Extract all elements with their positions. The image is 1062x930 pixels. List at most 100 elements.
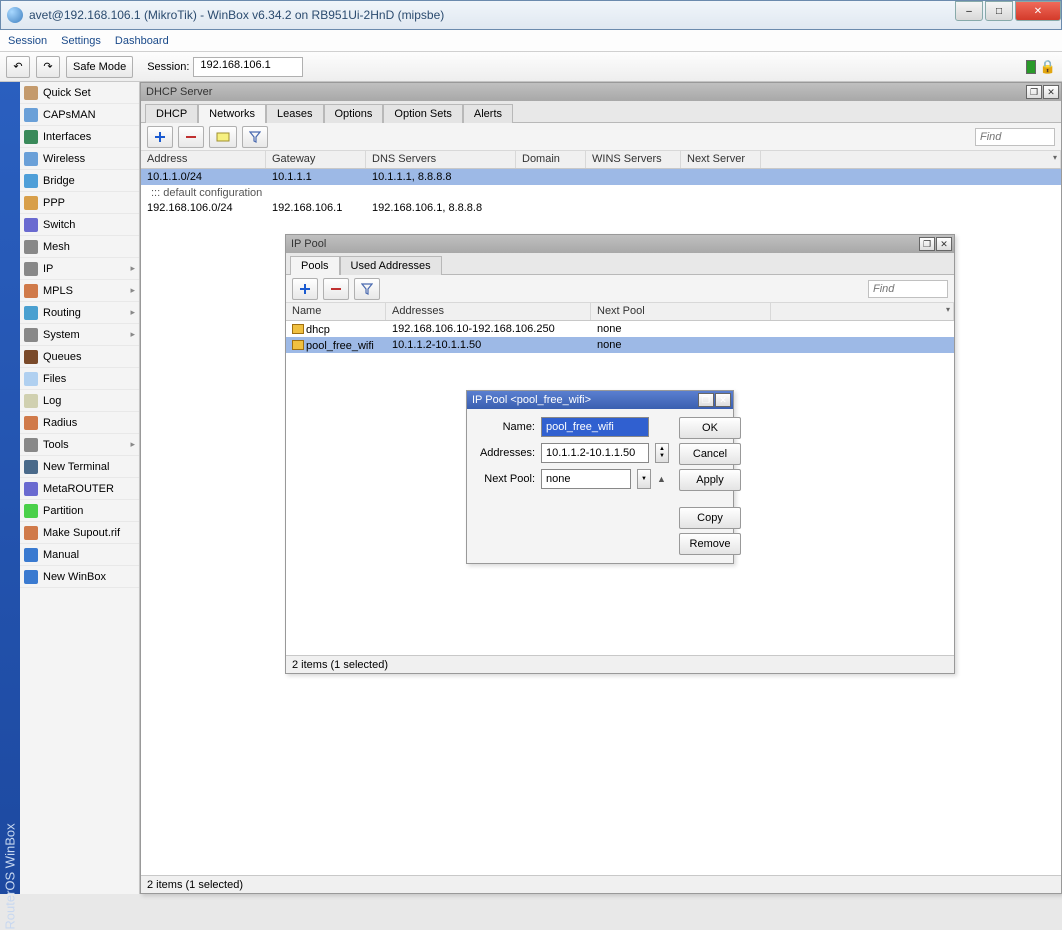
dhcp-col-next-server[interactable]: Next Server (681, 151, 761, 168)
sidebar-item-routing[interactable]: Routing▸ (20, 302, 139, 324)
sidebar-item-label: Log (43, 395, 61, 407)
sidebar-item-radius[interactable]: Radius (20, 412, 139, 434)
sidebar-item-manual[interactable]: Manual (20, 544, 139, 566)
sidebar-item-capsman[interactable]: CAPsMAN (20, 104, 139, 126)
copy-button[interactable]: Copy (679, 507, 741, 529)
ippool-remove-button[interactable] (323, 278, 349, 300)
ippool-find-input[interactable] (868, 280, 948, 298)
sidebar-item-partition[interactable]: Partition (20, 500, 139, 522)
remove-button[interactable]: Remove (679, 533, 741, 555)
sidebar-item-new-terminal[interactable]: New Terminal (20, 456, 139, 478)
dhcp-col-domain[interactable]: Domain (516, 151, 586, 168)
ippool-add-button[interactable] (292, 278, 318, 300)
ippool-restore-button[interactable]: ❐ (919, 237, 935, 251)
dhcp-col-dns-servers[interactable]: DNS Servers (366, 151, 516, 168)
sidebar-item-bridge[interactable]: Bridge (20, 170, 139, 192)
nextpool-up-icon[interactable]: ▲ (657, 474, 666, 484)
dhcp-tab-networks[interactable]: Networks (198, 104, 266, 123)
sidebar-item-ppp[interactable]: PPP (20, 192, 139, 214)
ippool-col-next-pool[interactable]: Next Pool (591, 303, 771, 320)
ippool-filter-button[interactable] (354, 278, 380, 300)
dhcp-statusbar: 2 items (1 selected) (141, 875, 1061, 893)
sidebar-item-files[interactable]: Files (20, 368, 139, 390)
sidebar-item-label: Switch (43, 219, 75, 231)
sidebar-item-queues[interactable]: Queues (20, 346, 139, 368)
ok-button[interactable]: OK (679, 417, 741, 439)
sidebar-icon (24, 570, 38, 584)
sidebar-icon (24, 284, 38, 298)
dhcp-col-wins-servers[interactable]: WINS Servers (586, 151, 681, 168)
dhcp-col-more[interactable] (761, 151, 1061, 168)
ippool-tab-used-addresses[interactable]: Used Addresses (340, 256, 442, 275)
pool-icon (292, 324, 304, 334)
dhcp-tab-leases[interactable]: Leases (266, 104, 323, 123)
sidebar-item-mpls[interactable]: MPLS▸ (20, 280, 139, 302)
sidebar-item-system[interactable]: System▸ (20, 324, 139, 346)
name-input[interactable] (541, 417, 649, 437)
nextpool-dropdown[interactable]: ▼ (637, 469, 651, 489)
edit-restore-button[interactable]: ❐ (698, 393, 714, 407)
ippool-col-more[interactable] (771, 303, 954, 320)
comment-button[interactable] (209, 126, 237, 148)
sidebar-icon (24, 174, 38, 188)
ippool-row[interactable]: dhcp192.168.106.10-192.168.106.250none (286, 321, 954, 337)
name-label: Name: (475, 421, 535, 433)
sidebar-icon (24, 108, 38, 122)
remove-button[interactable] (178, 126, 204, 148)
sidebar-item-label: Files (43, 373, 66, 385)
dhcp-window-title[interactable]: DHCP Server ❐ ✕ (141, 83, 1061, 101)
sidebar-icon (24, 86, 38, 100)
sidebar-item-ip[interactable]: IP▸ (20, 258, 139, 280)
addresses-spinner[interactable]: ▲▼ (655, 443, 669, 463)
sidebar-icon (24, 416, 38, 430)
addresses-input[interactable] (541, 443, 649, 463)
menu-settings[interactable]: Settings (61, 35, 101, 47)
dhcp-row[interactable]: 10.1.1.0/2410.1.1.110.1.1.1, 8.8.8.8 (141, 169, 1061, 185)
ippool-col-addresses[interactable]: Addresses (386, 303, 591, 320)
ippool-tab-pools[interactable]: Pools (290, 256, 340, 275)
maximize-button[interactable] (985, 1, 1013, 21)
add-button[interactable] (147, 126, 173, 148)
dhcp-tab-dhcp[interactable]: DHCP (145, 104, 198, 123)
sidebar-item-new-winbox[interactable]: New WinBox (20, 566, 139, 588)
sidebar-item-metarouter[interactable]: MetaROUTER (20, 478, 139, 500)
sidebar-item-wireless[interactable]: Wireless (20, 148, 139, 170)
menu-dashboard[interactable]: Dashboard (115, 35, 169, 47)
close-button[interactable] (1015, 1, 1061, 21)
ippool-row[interactable]: pool_free_wifi10.1.1.2-10.1.1.50none (286, 337, 954, 353)
ippool-window-title[interactable]: IP Pool ❐ ✕ (286, 235, 954, 253)
redo-button[interactable]: ↷ (36, 56, 60, 78)
ippool-close-button[interactable]: ✕ (936, 237, 952, 251)
edit-title[interactable]: IP Pool <pool_free_wifi> ❐ ✕ (467, 391, 733, 409)
dhcp-restore-button[interactable]: ❐ (1026, 85, 1042, 99)
filter-button[interactable] (242, 126, 268, 148)
dhcp-col-gateway[interactable]: Gateway (266, 151, 366, 168)
apply-button[interactable]: Apply (679, 469, 741, 491)
sidebar-item-label: Quick Set (43, 87, 91, 99)
ippool-col-name[interactable]: Name (286, 303, 386, 320)
minimize-button[interactable] (955, 1, 983, 21)
sidebar-item-interfaces[interactable]: Interfaces (20, 126, 139, 148)
sidebar-item-tools[interactable]: Tools▸ (20, 434, 139, 456)
dhcp-tab-alerts[interactable]: Alerts (463, 104, 513, 123)
nextpool-label: Next Pool: (475, 473, 535, 485)
safe-mode-button[interactable]: Safe Mode (66, 56, 133, 78)
session-field[interactable]: 192.168.106.1 (193, 57, 303, 77)
dhcp-close-button[interactable]: ✕ (1043, 85, 1059, 99)
sidebar-item-quick-set[interactable]: Quick Set (20, 82, 139, 104)
menu-session[interactable]: Session (8, 35, 47, 47)
sidebar-item-log[interactable]: Log (20, 390, 139, 412)
dhcp-row[interactable]: 192.168.106.0/24192.168.106.1192.168.106… (141, 200, 1061, 216)
edit-close-button[interactable]: ✕ (715, 393, 731, 407)
undo-button[interactable]: ↶ (6, 56, 30, 78)
sidebar-item-make-supout.rif[interactable]: Make Supout.rif (20, 522, 139, 544)
cancel-button[interactable]: Cancel (679, 443, 741, 465)
nextpool-input[interactable] (541, 469, 631, 489)
sidebar-item-switch[interactable]: Switch (20, 214, 139, 236)
dhcp-tab-option-sets[interactable]: Option Sets (383, 104, 462, 123)
dhcp-tab-options[interactable]: Options (324, 104, 384, 123)
dhcp-find-input[interactable] (975, 128, 1055, 146)
sidebar-item-mesh[interactable]: Mesh (20, 236, 139, 258)
dhcp-col-address[interactable]: Address (141, 151, 266, 168)
session-label: Session: (147, 61, 189, 73)
